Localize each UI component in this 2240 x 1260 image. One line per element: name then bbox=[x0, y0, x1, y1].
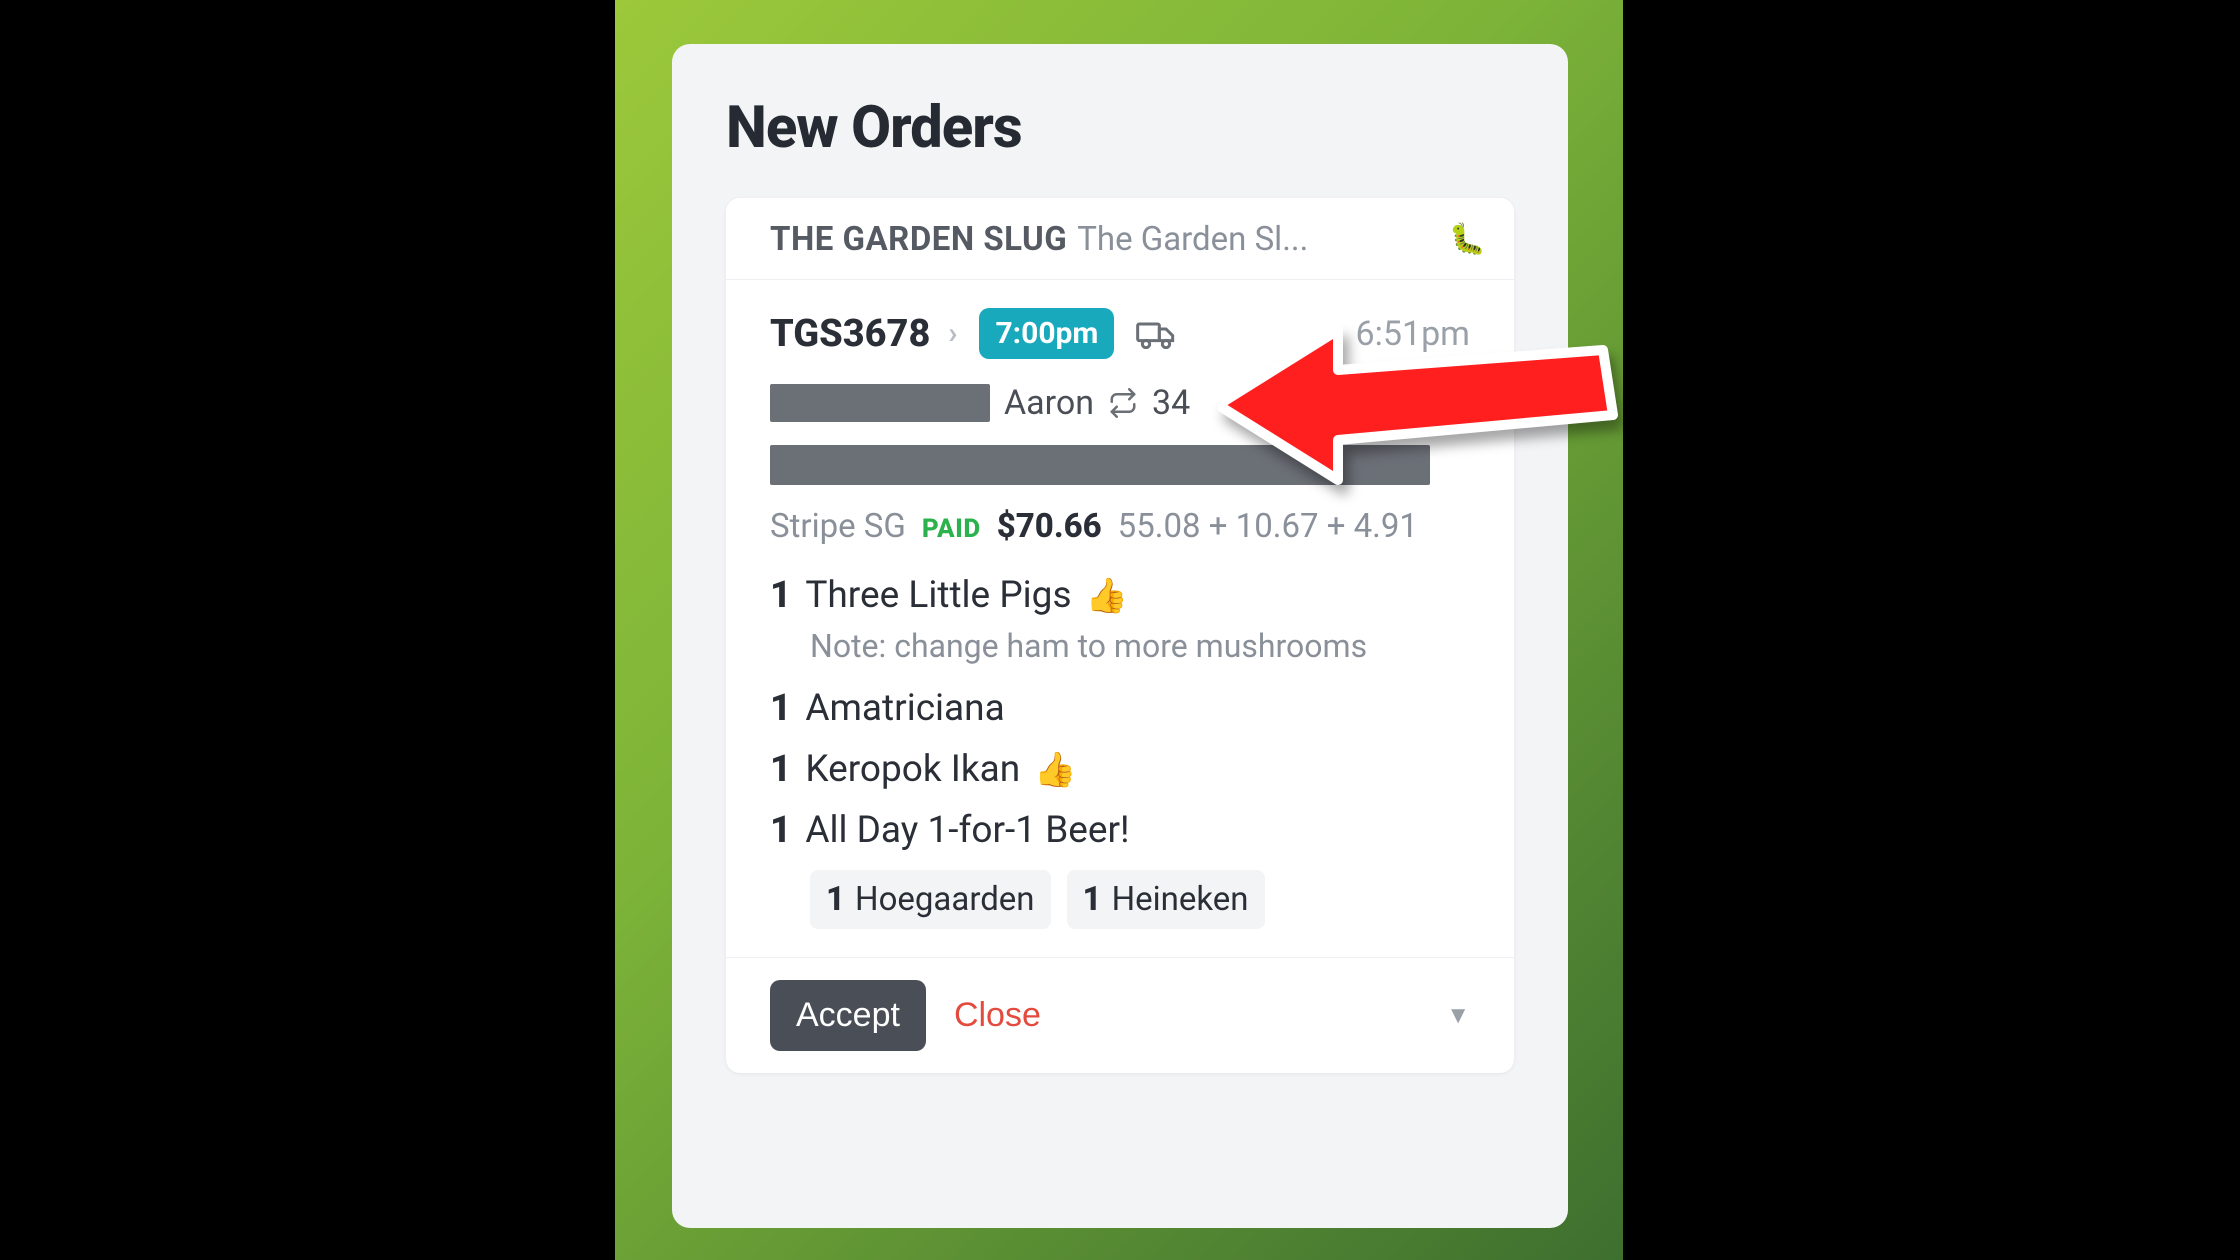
sub-item-name: Hoegaarden bbox=[855, 880, 1035, 919]
modal-title: New Orders bbox=[726, 94, 1514, 162]
line-item: 1 All Day 1-for-1 Beer! bbox=[770, 809, 1470, 852]
line-item-name: Three Little Pigs bbox=[805, 574, 1071, 617]
sub-item: 1 Heineken bbox=[1067, 870, 1265, 929]
line-item-name: All Day 1-for-1 Beer! bbox=[805, 809, 1129, 852]
order-card: THE GARDEN SLUG The Garden Sl... 🐛 TGS36… bbox=[726, 198, 1514, 1073]
payment-row: Stripe SG PAID $70.66 55.08 + 10.67 + 4.… bbox=[770, 507, 1470, 546]
line-item-qty: 1 bbox=[770, 574, 791, 617]
order-card-body: TGS3678 › 7:00pm 6:51pm Aaron bbox=[726, 280, 1514, 957]
merchant-logo-icon: 🐛 bbox=[1449, 222, 1486, 257]
redacted-phone bbox=[770, 384, 990, 422]
scheduled-time-badge: 7:00pm bbox=[979, 308, 1114, 359]
payment-total: $70.66 bbox=[997, 507, 1102, 546]
payment-processor: Stripe SG bbox=[770, 507, 906, 546]
repeat-customer-icon bbox=[1108, 388, 1138, 418]
order-id[interactable]: TGS3678 bbox=[770, 312, 930, 356]
line-item: 1 Three Little Pigs 👍 bbox=[770, 574, 1470, 617]
close-button[interactable]: Close bbox=[954, 996, 1041, 1035]
placed-time: 6:51pm bbox=[1356, 314, 1470, 354]
delivery-truck-icon bbox=[1134, 317, 1178, 351]
chevron-right-icon: › bbox=[948, 316, 957, 351]
sub-item-qty: 1 bbox=[1083, 880, 1102, 919]
order-card-footer: Accept Close ▼ bbox=[726, 957, 1514, 1073]
sub-items-row: 1 Hoegaarden 1 Heineken bbox=[810, 870, 1470, 929]
line-item-name: Keropok Ikan bbox=[805, 748, 1020, 791]
line-item-qty: 1 bbox=[770, 748, 791, 791]
redacted-address-row bbox=[770, 445, 1470, 485]
merchant-subtitle: The Garden Sl... bbox=[1077, 220, 1438, 259]
line-item: 1 Amatriciana bbox=[770, 687, 1470, 730]
thumbs-up-icon: 👍 bbox=[1086, 576, 1128, 616]
merchant-name: THE GARDEN SLUG bbox=[770, 220, 1067, 259]
accept-button[interactable]: Accept bbox=[770, 980, 926, 1051]
line-item-note: Note: change ham to more mushrooms bbox=[810, 627, 1470, 665]
payment-status: PAID bbox=[922, 514, 981, 544]
sub-item-qty: 1 bbox=[826, 880, 845, 919]
repeat-order-count: 34 bbox=[1152, 383, 1190, 423]
new-orders-modal: New Orders THE GARDEN SLUG The Garden Sl… bbox=[672, 44, 1568, 1228]
line-item: 1 Keropok Ikan 👍 bbox=[770, 748, 1470, 791]
redacted-address bbox=[770, 445, 1430, 485]
line-item-name: Amatriciana bbox=[805, 687, 1004, 730]
order-summary-row: TGS3678 › 7:00pm 6:51pm bbox=[770, 308, 1470, 359]
payment-breakdown: 55.08 + 10.67 + 4.91 bbox=[1118, 507, 1418, 546]
sub-item: 1 Hoegaarden bbox=[810, 870, 1051, 929]
order-card-header[interactable]: THE GARDEN SLUG The Garden Sl... 🐛 bbox=[726, 198, 1514, 280]
thumbs-up-icon: 👍 bbox=[1034, 750, 1076, 790]
more-options-icon[interactable]: ▼ bbox=[1446, 1001, 1470, 1030]
line-item-qty: 1 bbox=[770, 687, 791, 730]
customer-row: Aaron 34 bbox=[770, 383, 1470, 423]
line-item-qty: 1 bbox=[770, 809, 791, 852]
sub-item-name: Heineken bbox=[1112, 880, 1249, 919]
customer-name: Aaron bbox=[1004, 383, 1094, 423]
